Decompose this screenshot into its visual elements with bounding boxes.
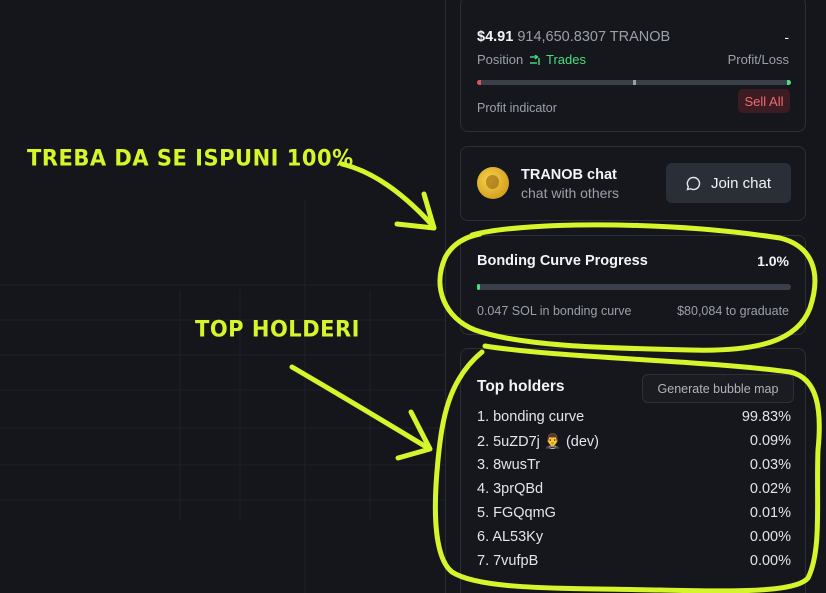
bonding-percent: 1.0% — [757, 253, 789, 269]
holder-percent: 0.09% — [749, 433, 791, 449]
position-value: $4.91 — [477, 29, 514, 45]
holder-percent: 99.83% — [741, 409, 791, 425]
holder-name: 1. bonding curve — [477, 409, 585, 425]
holder-name: 2. 5uZD7j 🤵‍♂️ (dev) — [477, 434, 600, 450]
bonding-title: Bonding Curve Progress — [477, 253, 648, 269]
holder-percent: 0.00% — [749, 529, 791, 545]
sell-all-button[interactable]: Sell All — [738, 89, 790, 113]
holder-row[interactable]: 3. 8wusTr 0.03% — [477, 457, 791, 479]
holder-row[interactable]: 4. 3prQBd 0.02% — [477, 481, 791, 503]
sol-in-curve: 0.047 SOL in bonding curve — [477, 304, 632, 318]
holder-row[interactable]: 1. bonding curve 99.83% — [477, 409, 791, 431]
annotation-bonding-note: TREBA DA SE ISPUNI 100% — [27, 145, 354, 171]
to-graduate: $80,084 to graduate — [677, 304, 789, 318]
bonding-curve-panel: Bonding Curve Progress 1.0% 0.047 SOL in… — [460, 235, 806, 335]
position-amount: 914,650.8307 TRANOB — [517, 29, 671, 45]
holder-percent: 0.03% — [749, 457, 791, 473]
holder-row[interactable]: 6. AL53Ky 0.00% — [477, 529, 791, 551]
bonding-progress-bar — [477, 284, 791, 290]
holder-percent: 0.00% — [749, 553, 791, 569]
token-avatar — [477, 167, 509, 199]
sidebar-divider — [445, 0, 446, 593]
holder-name: 6. AL53Ky — [477, 529, 544, 545]
annotation-holders-note: TOP HOLDERI — [195, 316, 360, 342]
tab-position[interactable]: Position — [477, 52, 523, 67]
generate-bubble-map-button[interactable]: Generate bubble map — [642, 374, 794, 403]
token-avatar-mark — [486, 175, 499, 189]
chat-subtitle: chat with others — [521, 185, 620, 201]
holder-name: 3. 8wusTr — [477, 457, 541, 473]
holder-name: 5. FGQqmG — [477, 505, 556, 521]
holders-title: Top holders — [477, 378, 565, 395]
chat-panel: TRANOB chat chat with others Join chat — [460, 146, 806, 221]
profit-indicator-label: Profit indicator — [477, 101, 557, 115]
chat-bubble-icon — [686, 176, 701, 190]
tab-trades[interactable]: Trades — [530, 52, 586, 67]
holder-row[interactable]: 5. FGQqmG 0.01% — [477, 505, 791, 527]
holder-row[interactable]: 2. 5uZD7j 🤵‍♂️ (dev) 0.09% — [477, 433, 791, 455]
loss-marker — [477, 80, 481, 85]
trades-icon — [530, 54, 540, 65]
position-panel: $4.91 914,650.8307 TRANOB - Position Tra… — [460, 0, 806, 132]
chart-background-grid — [0, 200, 445, 593]
trades-label: Trades — [546, 52, 586, 67]
top-holders-panel: Top holders Generate bubble map 1. bondi… — [460, 348, 806, 593]
join-chat-button[interactable]: Join chat — [666, 163, 791, 203]
profit-indicator-bar — [477, 80, 791, 85]
profit-loss-label: Profit/Loss — [727, 52, 789, 67]
join-chat-label: Join chat — [710, 174, 772, 192]
holder-percent: 0.01% — [749, 505, 791, 521]
holder-name: 4. 3prQBd — [477, 481, 544, 497]
holder-percent: 0.02% — [749, 481, 791, 497]
holder-name: 7. 7vufpB — [477, 553, 539, 569]
bonding-progress-fill — [477, 284, 481, 290]
pnl-value: - — [784, 29, 789, 45]
chat-title: TRANOB chat — [521, 167, 617, 183]
holder-row[interactable]: 7. 7vufpB 0.00% — [477, 553, 791, 575]
center-marker — [633, 80, 636, 85]
profit-marker — [787, 80, 791, 85]
